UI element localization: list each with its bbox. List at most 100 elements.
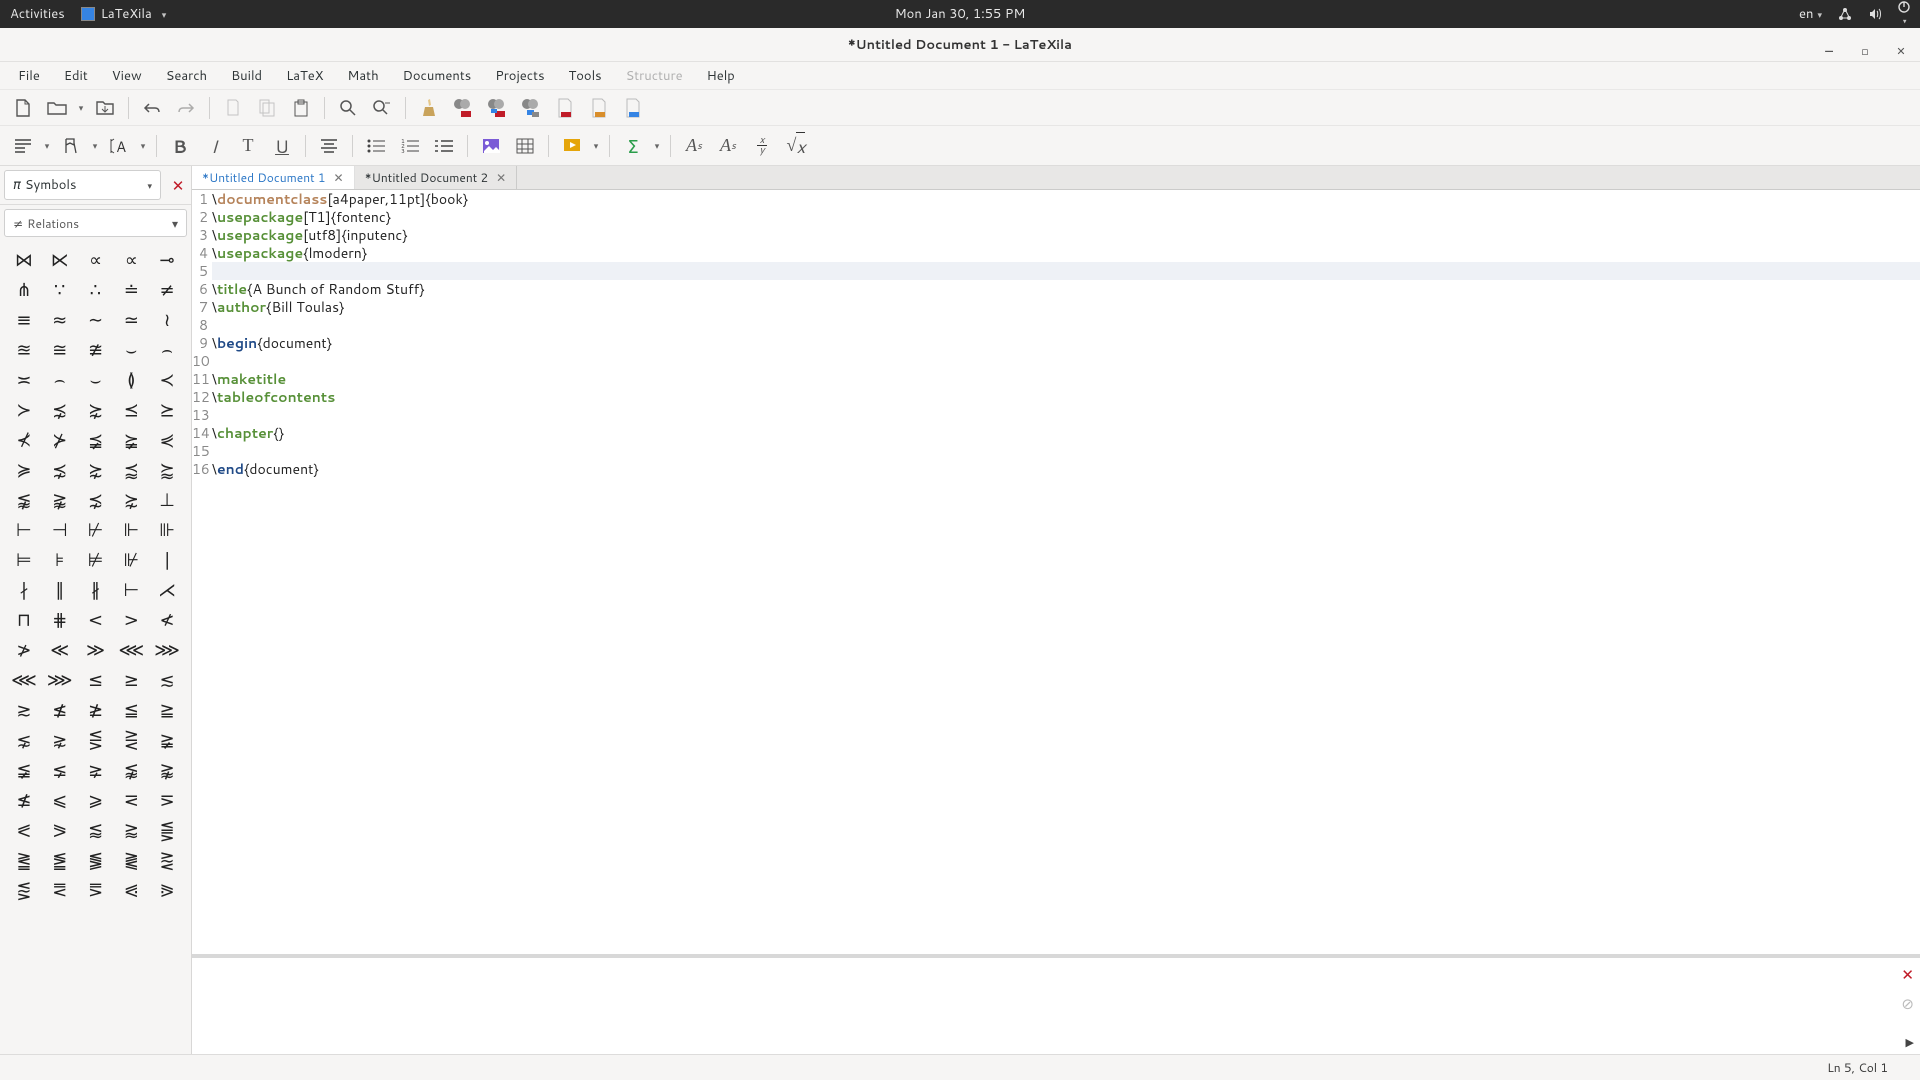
symbol-cell[interactable]: ≠: [149, 275, 185, 305]
symbol-cell[interactable]: ≯: [6, 635, 42, 665]
symbol-cell[interactable]: ≺: [149, 365, 185, 395]
presentation-button[interactable]: [555, 131, 589, 161]
symbol-cell[interactable]: ≫: [78, 635, 114, 665]
symbol-cell[interactable]: ⪙: [42, 875, 78, 905]
symbol-cell[interactable]: ⋈: [6, 245, 42, 275]
menu-documents[interactable]: Documents: [391, 63, 484, 89]
symbol-cell[interactable]: ⪈: [78, 755, 114, 785]
symbol-cell[interactable]: ⪶: [113, 425, 149, 455]
symbol-cell[interactable]: ⋩: [78, 455, 114, 485]
symbol-cell[interactable]: ⋘: [113, 635, 149, 665]
maximize-button[interactable]: ▫: [1858, 44, 1872, 58]
symbol-cell[interactable]: ⋨: [42, 455, 78, 485]
symbol-cell[interactable]: ⋕: [42, 605, 78, 635]
symbol-cell[interactable]: ⪵: [78, 425, 114, 455]
symbol-cell[interactable]: ⪕: [6, 815, 42, 845]
sectioning-button[interactable]: [6, 131, 40, 161]
view-dvi-button[interactable]: [582, 93, 616, 123]
tab-close-button[interactable]: ✕: [334, 169, 344, 186]
symbol-cell[interactable]: ⋜: [113, 785, 149, 815]
symbol-cell[interactable]: ≪: [42, 635, 78, 665]
symbol-cell[interactable]: ⊥: [149, 485, 185, 515]
find-button[interactable]: [331, 93, 365, 123]
italic-button[interactable]: I: [197, 131, 231, 161]
symbol-cell[interactable]: ⪯: [113, 395, 149, 425]
new-file-button[interactable]: [6, 93, 40, 123]
stop-build-button[interactable]: ⊘: [1901, 993, 1914, 1014]
menu-edit[interactable]: Edit: [52, 63, 100, 89]
symbol-cell[interactable]: ⪅: [78, 815, 114, 845]
symbol-cell[interactable]: ⪉: [113, 755, 149, 785]
math-env-dropdown[interactable]: ▾: [650, 139, 664, 152]
symbol-cell[interactable]: ≧: [149, 695, 185, 725]
symbol-cell[interactable]: ≬: [113, 365, 149, 395]
sqrt-button[interactable]: √x: [779, 131, 813, 161]
menu-build[interactable]: Build: [219, 63, 274, 89]
typewriter-button[interactable]: T: [231, 131, 265, 161]
figure-button[interactable]: [474, 131, 508, 161]
symbol-cell[interactable]: ∵: [42, 275, 78, 305]
symbol-cell[interactable]: ≦: [113, 695, 149, 725]
symbol-cell[interactable]: ⊣: [42, 515, 78, 545]
save-button[interactable]: [88, 93, 122, 123]
tab-close-button[interactable]: ✕: [496, 169, 506, 186]
symbol-cell[interactable]: ⊪: [149, 515, 185, 545]
symbol-cell[interactable]: ⪗: [113, 875, 149, 905]
symbol-cell[interactable]: ⌢: [149, 335, 185, 365]
symbol-cell[interactable]: ⪚: [78, 875, 114, 905]
symbol-cell[interactable]: ≇: [78, 335, 114, 365]
symbol-cell[interactable]: ⋘: [6, 665, 42, 695]
symbol-cell[interactable]: ⋙: [42, 665, 78, 695]
symbol-cell[interactable]: ⩾: [78, 785, 114, 815]
symbol-cell[interactable]: ∤: [6, 575, 42, 605]
menu-help[interactable]: Help: [695, 63, 747, 89]
symbol-cell[interactable]: ≽: [6, 455, 42, 485]
volume-icon[interactable]: [1868, 7, 1882, 21]
char-size-dropdown[interactable]: ▾: [136, 139, 150, 152]
symbol-cell[interactable]: ⋦: [6, 725, 42, 755]
symbol-cell[interactable]: ⊢: [6, 515, 42, 545]
references-dropdown[interactable]: ▾: [88, 139, 102, 152]
paste-button[interactable]: [284, 93, 318, 123]
symbol-cell[interactable]: ⋨: [42, 395, 78, 425]
symbol-cell[interactable]: ⋌: [149, 575, 185, 605]
symbol-cell[interactable]: ⊨: [6, 545, 42, 575]
symbol-category-combo[interactable]: ≠ Relations ▾: [4, 209, 187, 237]
symbol-cell[interactable]: ⪇: [42, 755, 78, 785]
symbol-cell[interactable]: ⌣: [78, 365, 114, 395]
symbol-cell[interactable]: ⊓: [6, 605, 42, 635]
symbol-cell[interactable]: ∼: [78, 305, 114, 335]
symbol-cell[interactable]: ⋚: [78, 725, 114, 755]
symbol-cell[interactable]: ⋩: [113, 485, 149, 515]
symbol-cell[interactable]: ⊬: [78, 515, 114, 545]
symbol-cell[interactable]: ≱: [78, 695, 114, 725]
symbol-cell[interactable]: ⋞: [149, 425, 185, 455]
symbol-cell[interactable]: ⪑: [42, 845, 78, 875]
symbol-cell[interactable]: ⪒: [6, 845, 42, 875]
symbol-cell[interactable]: ≩: [149, 725, 185, 755]
view-ps-button[interactable]: [616, 93, 650, 123]
symbol-cell[interactable]: ≻: [6, 395, 42, 425]
symbol-cell[interactable]: ⋉: [42, 245, 78, 275]
bold-button[interactable]: B: [163, 131, 197, 161]
symbol-cell[interactable]: ∴: [78, 275, 114, 305]
presentation-dropdown[interactable]: ▾: [589, 139, 603, 152]
superscript-button[interactable]: As: [677, 131, 711, 161]
symbol-cell[interactable]: ≅: [42, 335, 78, 365]
symbol-cell[interactable]: ⊩: [113, 515, 149, 545]
symbol-cell[interactable]: ⪏: [6, 875, 42, 905]
symbol-cell[interactable]: ⊀: [6, 425, 42, 455]
references-button[interactable]: [54, 131, 88, 161]
symbol-cell[interactable]: ≀: [149, 305, 185, 335]
symbol-cell[interactable]: ⋩: [78, 395, 114, 425]
symbol-cell[interactable]: ⋝: [149, 785, 185, 815]
open-file-button[interactable]: [40, 93, 74, 123]
symbol-cell[interactable]: ⪓: [78, 845, 114, 875]
symbol-cell[interactable]: ⌣: [113, 335, 149, 365]
symbol-cell[interactable]: >: [113, 605, 149, 635]
symbol-cell[interactable]: ⪰: [149, 395, 185, 425]
symbol-cell[interactable]: ≐: [113, 275, 149, 305]
sectioning-dropdown[interactable]: ▾: [40, 139, 54, 152]
symbol-cell[interactable]: ⊸: [149, 245, 185, 275]
symbol-cell[interactable]: ⪊: [149, 755, 185, 785]
